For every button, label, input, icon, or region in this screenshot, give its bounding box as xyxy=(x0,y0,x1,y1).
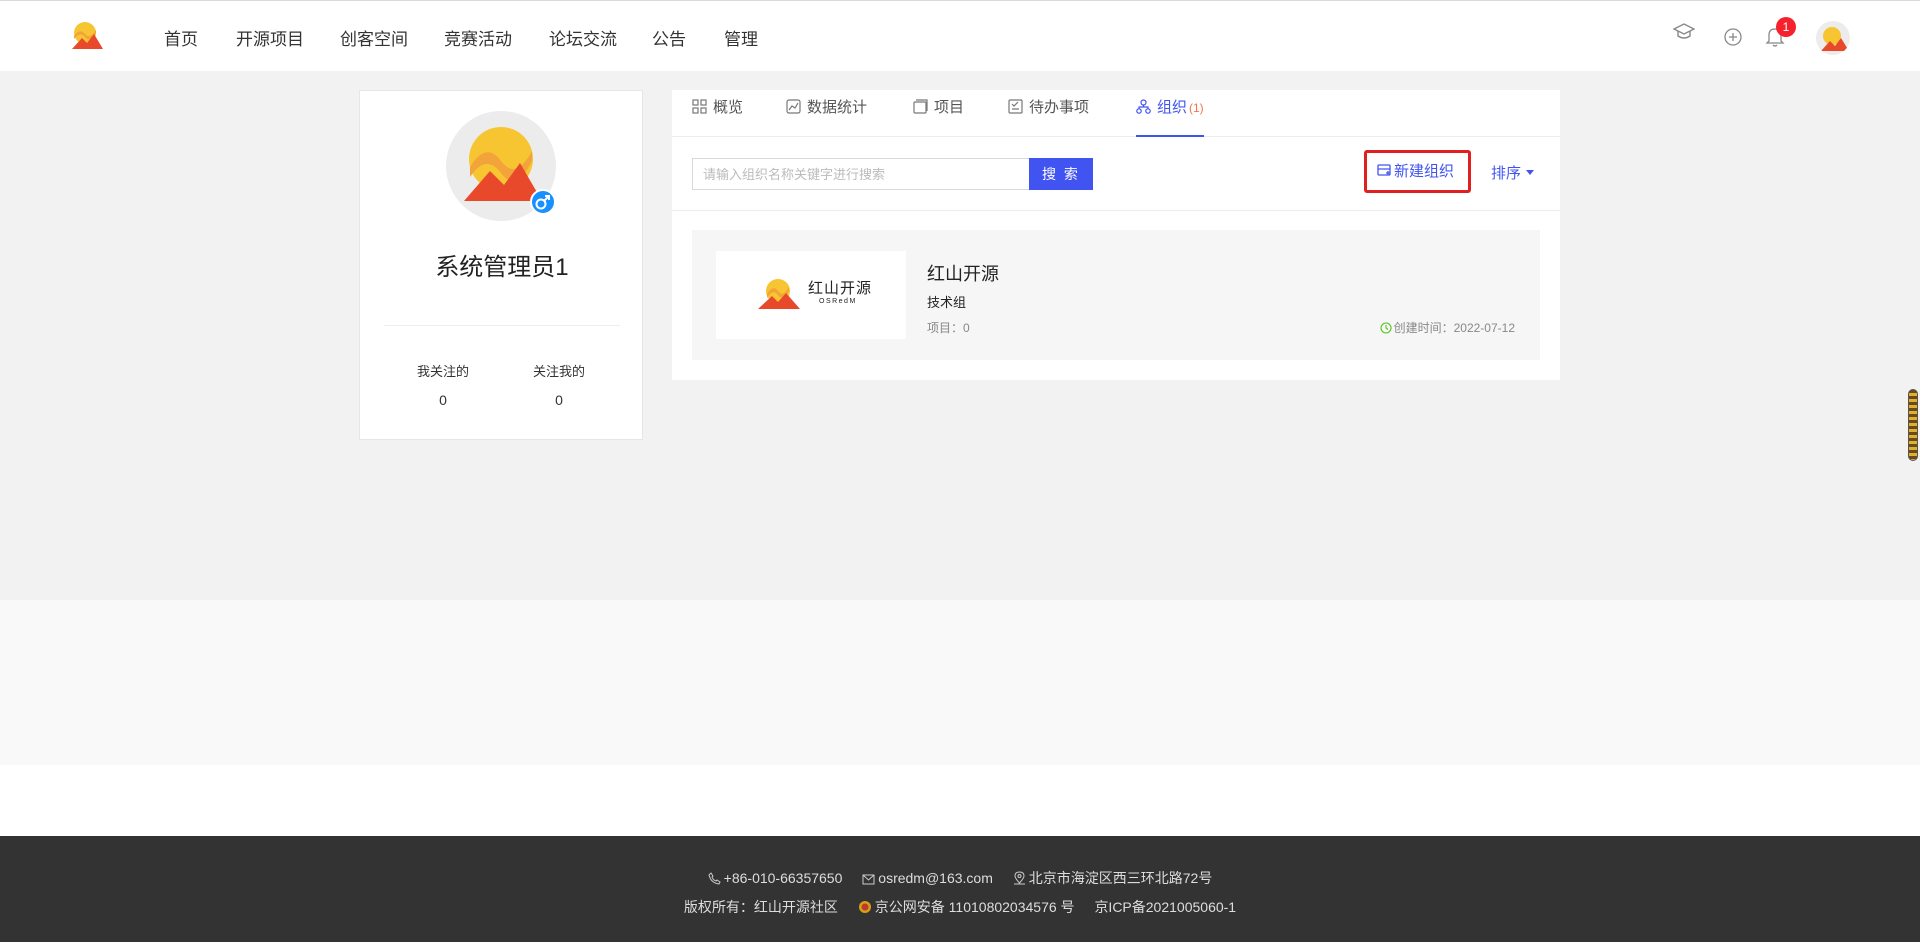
site-logo[interactable] xyxy=(70,19,104,51)
nav-open-source-projects[interactable]: 开源项目 xyxy=(236,25,304,50)
footer-contact-line: +86-010-66357650 osredm@163.com 北京市海淀区西三… xyxy=(0,868,1920,888)
footer-police-text: 京公网安备 11010802034576 号 xyxy=(874,899,1075,915)
footer-icp[interactable]: 京ICP备2021005060-1 xyxy=(1094,899,1236,915)
org-logo-subtext: OSRedM xyxy=(819,298,857,305)
male-gender-icon xyxy=(530,189,556,215)
nav-announcements[interactable]: 公告 xyxy=(652,25,686,50)
site-footer: +86-010-66357650 osredm@163.com 北京市海淀区西三… xyxy=(0,836,1920,942)
location-icon xyxy=(1013,871,1025,885)
tab-organizations-label: 组织 xyxy=(1157,99,1188,116)
followers-stat[interactable]: 关注我的 0 xyxy=(514,361,604,408)
clock-icon xyxy=(1380,322,1392,334)
tab-organizations[interactable]: 组织 (1) xyxy=(1136,96,1204,137)
following-stat[interactable]: 我关注的 0 xyxy=(398,361,488,408)
following-count: 0 xyxy=(439,392,447,408)
org-created-text: 创建时间：2022-07-12 xyxy=(1393,321,1515,335)
tab-overview-label: 概览 xyxy=(713,99,744,116)
tab-projects[interactable]: 项目 xyxy=(913,96,964,137)
footer-police[interactable]: 京公网安备 11010802034576 号 xyxy=(858,899,1079,915)
tab-bar: 概览 数据统计 项目 待办事项 组织 (1) xyxy=(672,90,1560,137)
chart-icon xyxy=(786,99,801,114)
todo-icon xyxy=(1008,99,1023,114)
caret-down-icon xyxy=(1526,170,1535,175)
new-organization-button[interactable]: 新建组织 xyxy=(1364,150,1471,193)
grid-icon xyxy=(692,99,707,114)
footer-email-text: osredm@163.com xyxy=(878,870,993,886)
org-name[interactable]: 红山开源 xyxy=(927,260,999,286)
nav-admin[interactable]: 管理 xyxy=(724,25,758,50)
profile-divider xyxy=(384,325,620,326)
phone-icon xyxy=(708,872,721,885)
sort-dropdown[interactable]: 排序 xyxy=(1491,162,1535,183)
add-circle-icon[interactable] xyxy=(1723,27,1743,47)
org-icon xyxy=(1136,99,1151,114)
footer-legal-line: 版权所有：红山开源社区 京公网安备 11010802034576 号 京ICP备… xyxy=(0,897,1920,917)
search-button[interactable]: 搜 索 xyxy=(1029,158,1093,190)
profile-username: 系统管理员1 xyxy=(435,254,569,281)
top-navigation: 首页 开源项目 创客空间 竞赛活动 论坛交流 公告 管理 1 xyxy=(0,0,1920,71)
footer-copyright: 版权所有：红山开源社区 xyxy=(683,899,838,915)
tab-todo[interactable]: 待办事项 xyxy=(1008,96,1089,137)
footer-email: osredm@163.com xyxy=(862,870,996,886)
org-created-date: 创建时间：2022-07-12 xyxy=(1380,319,1515,336)
footer-phone-text: +86-010-66357650 xyxy=(723,870,843,886)
footer-address-text: 北京市海淀区西三环北路72号 xyxy=(1028,870,1213,886)
followers-label: 关注我的 xyxy=(532,364,585,379)
footer-phone: +86-010-66357650 xyxy=(708,870,847,886)
org-toolbar: 搜 索 新建组织 排序 xyxy=(672,137,1560,211)
main-panel: 概览 数据统计 项目 待办事项 组织 (1) 请输入组织名称关键字进行搜索 搜 … xyxy=(672,90,1560,380)
scrollbar-thumb[interactable] xyxy=(1908,389,1918,461)
new-org-label: 新建组织 xyxy=(1394,163,1455,180)
nav-forum[interactable]: 论坛交流 xyxy=(549,25,617,50)
tab-statistics-label: 数据统计 xyxy=(807,99,868,116)
page-spacer-white xyxy=(0,765,1920,836)
tab-todo-label: 待办事项 xyxy=(1029,99,1090,116)
nav-maker-space[interactable]: 创客空间 xyxy=(340,25,408,50)
graduation-cap-icon[interactable] xyxy=(1673,21,1695,43)
footer-address: 北京市海淀区西三环北路72号 xyxy=(1013,870,1213,886)
notification-badge: 1 xyxy=(1776,17,1796,37)
tab-projects-label: 项目 xyxy=(934,99,965,116)
org-search-input[interactable] xyxy=(692,158,1030,190)
new-org-icon xyxy=(1377,164,1391,176)
profile-card: 系统管理员1 我关注的 0 关注我的 0 xyxy=(359,90,643,440)
org-project-count: 项目：0 xyxy=(927,321,970,335)
email-icon xyxy=(862,874,875,885)
nav-competitions[interactable]: 竞赛活动 xyxy=(444,25,512,50)
followers-count: 0 xyxy=(555,392,563,408)
tab-overview[interactable]: 概览 xyxy=(692,96,743,137)
org-list-item[interactable]: 红山开源 OSRedM 红山开源 技术组 项目：0 创建时间：2022-07-1… xyxy=(692,230,1540,360)
sort-label: 排序 xyxy=(1491,165,1522,182)
org-logo[interactable]: 红山开源 OSRedM xyxy=(716,251,906,339)
nav-home[interactable]: 首页 xyxy=(164,25,198,50)
org-group: 技术组 xyxy=(927,295,967,310)
project-icon xyxy=(913,99,928,114)
page-spacer xyxy=(0,600,1920,765)
tab-statistics[interactable]: 数据统计 xyxy=(786,96,867,137)
tab-organizations-count: (1) xyxy=(1189,101,1204,115)
police-badge-icon xyxy=(858,901,871,913)
following-label: 我关注的 xyxy=(416,364,469,379)
org-logo-text: 红山开源 xyxy=(808,279,873,297)
user-avatar[interactable] xyxy=(1816,21,1850,55)
